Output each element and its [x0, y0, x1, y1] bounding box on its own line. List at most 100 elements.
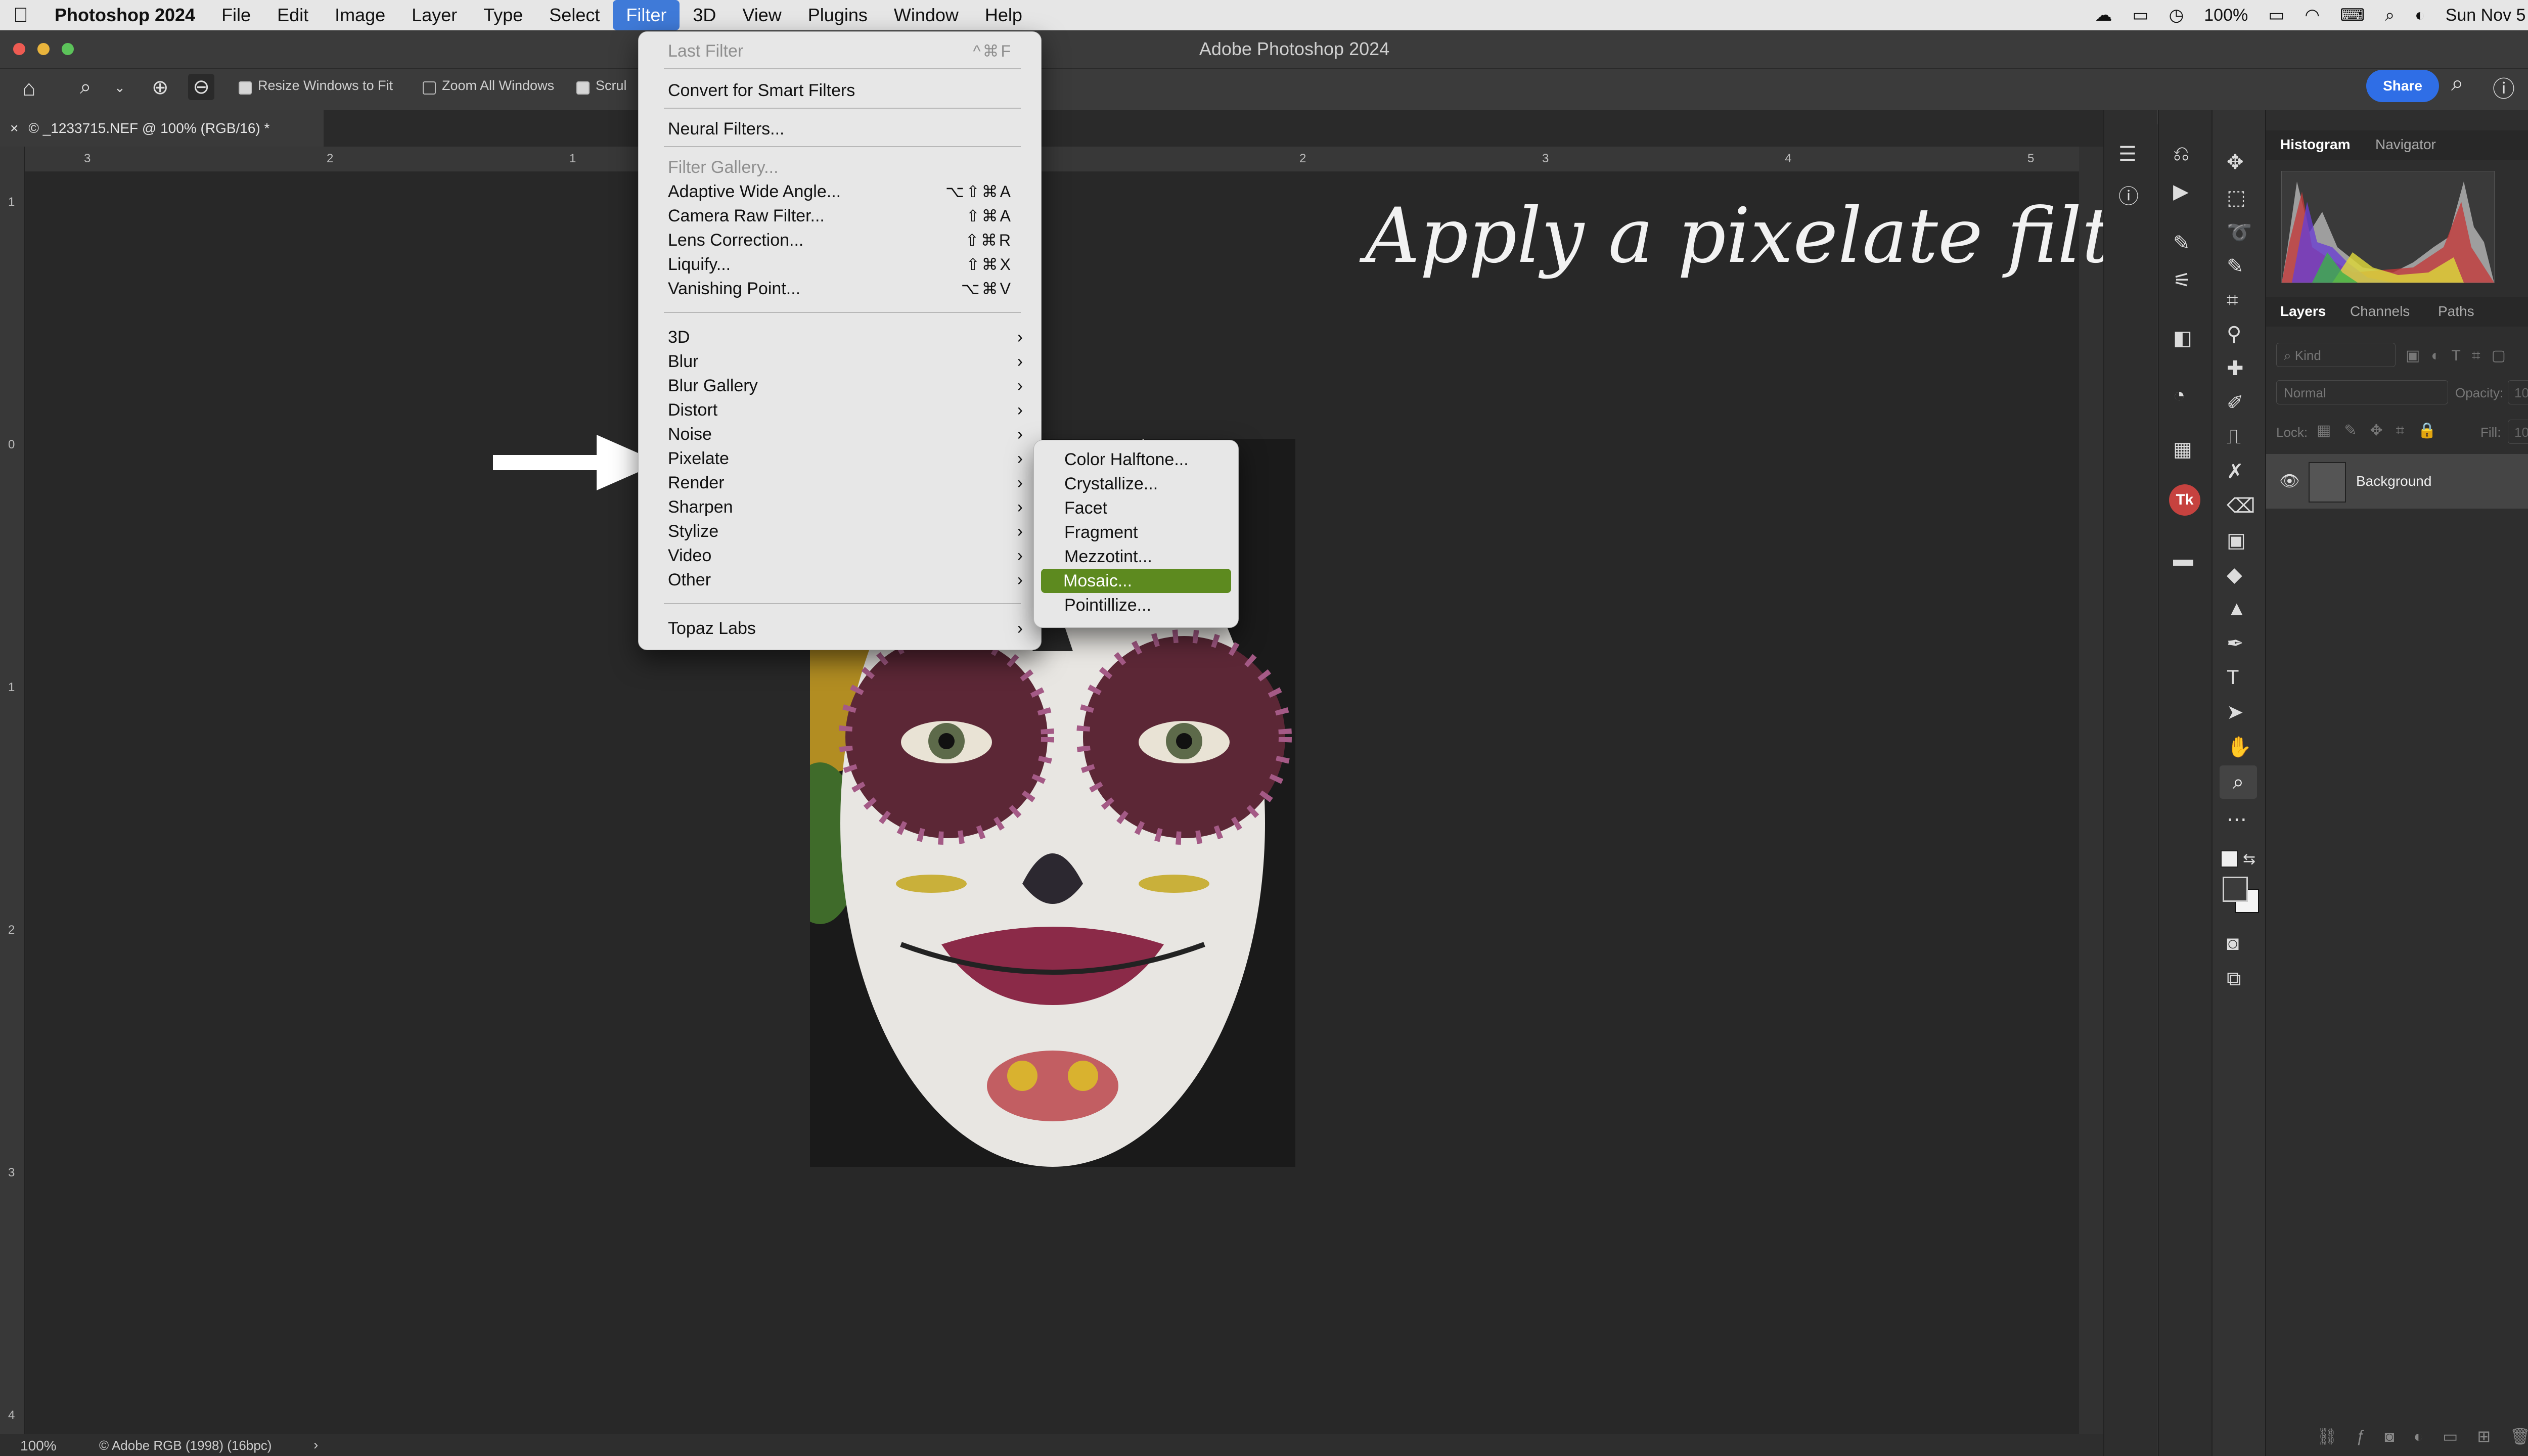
menu-item-sharpen[interactable]: Sharpen ›: [639, 495, 1041, 519]
actions-play-icon[interactable]: ▶: [2173, 180, 2197, 204]
menu-filter[interactable]: Filter: [613, 0, 680, 30]
menu-item-pixelate[interactable]: Pixelate ›: [639, 446, 1041, 471]
link-layers-icon[interactable]: ⛓: [2317, 1427, 2357, 1445]
lasso-tool-icon[interactable]: ➰: [2227, 220, 2252, 245]
menu-item-blur[interactable]: Blur ›: [639, 349, 1041, 374]
menu-plugins[interactable]: Plugins: [795, 0, 881, 30]
control-center-icon[interactable]: ◐: [2415, 6, 2425, 25]
gradient-tool-icon[interactable]: ▣: [2227, 529, 2251, 553]
healing-brush-tool-icon[interactable]: ✚: [2227, 357, 2251, 381]
blur-tool-icon[interactable]: ◆: [2227, 563, 2251, 587]
menu-item-distort[interactable]: Distort ›: [639, 398, 1041, 422]
layer-row-background[interactable]: 👁 Background 🔒: [2266, 454, 2528, 509]
close-tab-icon[interactable]: ×: [10, 120, 18, 136]
brush-tool-icon[interactable]: ✐: [2227, 391, 2251, 416]
resize-windows-check[interactable]: [239, 81, 252, 95]
eraser-tool-icon[interactable]: ⌫: [2227, 494, 2255, 519]
menu-app-name[interactable]: Photoshop 2024: [41, 0, 208, 30]
apple-icon[interactable]: : [0, 0, 41, 30]
new-group-icon[interactable]: ▭: [2443, 1427, 2477, 1445]
fill-input[interactable]: 100%: [2508, 420, 2528, 444]
menu-item-neural-filters[interactable]: Neural Filters...: [639, 117, 1041, 141]
menu-item-adaptive-wide-angle[interactable]: Adaptive Wide Angle... ⌥⇧⌘A: [639, 179, 1041, 204]
menu-item-convert-smart-filters[interactable]: Convert for Smart Filters: [639, 78, 1041, 103]
vertical-ruler[interactable]: 1 0 1 2 3 4: [0, 147, 25, 1436]
battery-icon[interactable]: ▭: [2268, 5, 2284, 25]
submenu-item-fragment[interactable]: Fragment: [1034, 520, 1238, 544]
menu-item-3d[interactable]: 3D ›: [639, 325, 1041, 349]
menu-item-camera-raw-filter[interactable]: Camera Raw Filter... ⇧⌘A: [639, 204, 1041, 228]
menu-item-liquify[interactable]: Liquify... ⇧⌘X: [639, 252, 1041, 277]
submenu-item-facet[interactable]: Facet: [1034, 496, 1238, 520]
menubar-clock[interactable]: Sun Nov 5 21:08: [2446, 6, 2528, 25]
search-icon[interactable]: ⌕: [2451, 71, 2464, 96]
path-selection-tool-icon[interactable]: ➤: [2227, 701, 2251, 725]
menu-item-blur-gallery[interactable]: Blur Gallery ›: [639, 374, 1041, 398]
menu-select[interactable]: Select: [536, 0, 613, 30]
share-button[interactable]: Share: [2366, 70, 2439, 102]
pen-tool-icon[interactable]: ✒: [2227, 632, 2251, 656]
menu-item-noise[interactable]: Noise ›: [639, 422, 1041, 446]
delete-layer-icon[interactable]: 🗑: [2510, 1427, 2528, 1445]
zoom-tool-icon[interactable]: ⌕: [80, 76, 91, 99]
menu-item-stylize[interactable]: Stylize ›: [639, 519, 1041, 543]
quick-select-tool-icon[interactable]: ✎: [2227, 255, 2251, 279]
swatches-grid-icon[interactable]: ▦: [2173, 438, 2197, 462]
menu-item-lens-correction[interactable]: Lens Correction... ⇧⌘R: [639, 228, 1041, 252]
marquee-tool-icon[interactable]: ⬚: [2227, 186, 2251, 210]
submenu-item-crystallize[interactable]: Crystallize...: [1034, 472, 1238, 496]
quick-mask-icon[interactable]: ◙: [2227, 932, 2251, 957]
menu-view[interactable]: View: [729, 0, 794, 30]
dodge-tool-icon[interactable]: ▲: [2227, 598, 2251, 622]
horizontal-ruler[interactable]: 3 2 1 2 3 4 5: [24, 147, 2079, 171]
history-brush-tool-icon[interactable]: ✗: [2227, 460, 2251, 484]
menu-image[interactable]: Image: [322, 0, 398, 30]
menu-file[interactable]: File: [208, 0, 264, 30]
submenu-item-mosaic[interactable]: Mosaic...: [1041, 569, 1231, 593]
foreground-color-swatch[interactable]: [2223, 877, 2248, 902]
properties-icon[interactable]: ☰: [2118, 143, 2143, 167]
time-machine-icon[interactable]: ◷: [2169, 5, 2184, 25]
zoom-level[interactable]: 100%: [20, 1438, 57, 1454]
submenu-item-pointillize[interactable]: Pointillize...: [1034, 593, 1238, 617]
display-icon[interactable]: ▭: [2132, 5, 2148, 25]
lock-option-icons[interactable]: ▦✎✥⌗🔒: [2317, 422, 2450, 439]
styles-icon[interactable]: ◔: [2173, 384, 2197, 408]
history-icon[interactable]: ⎌: [2173, 143, 2197, 167]
zoom-tool-active-icon[interactable]: ⌕: [2220, 765, 2257, 799]
adjustments-icon[interactable]: ⚟: [2173, 269, 2197, 293]
libraries-icon[interactable]: ◧: [2173, 327, 2197, 351]
type-tool-icon[interactable]: T: [2227, 666, 2251, 691]
add-mask-icon[interactable]: ◙: [2384, 1427, 2413, 1445]
tab-histogram[interactable]: Histogram: [2280, 136, 2350, 153]
spotlight-search-icon[interactable]: ⌕: [2385, 6, 2395, 25]
submenu-item-mezzotint[interactable]: Mezzotint...: [1034, 544, 1238, 569]
status-chevron-icon[interactable]: ›: [313, 1437, 318, 1453]
menu-item-topaz-labs[interactable]: Topaz Labs ›: [639, 616, 1041, 641]
layer-kind-filter[interactable]: ⌕ Kind: [2276, 343, 2396, 367]
menu-type[interactable]: Type: [470, 0, 536, 30]
blend-mode-select[interactable]: Normal: [2276, 380, 2448, 404]
creative-cloud-icon[interactable]: ☁: [2095, 5, 2112, 25]
submenu-item-color-halftone[interactable]: Color Halftone...: [1034, 447, 1238, 472]
crop-tool-icon[interactable]: ⌗: [2227, 289, 2251, 313]
screen-mode-icon[interactable]: ⧉: [2227, 968, 2251, 992]
eyedropper-tool-icon[interactable]: ⚲: [2227, 323, 2251, 347]
move-tool-icon[interactable]: ✥: [2227, 151, 2251, 175]
clone-stamp-tool-icon[interactable]: ⎍: [2227, 426, 2251, 450]
wifi-icon[interactable]: ◠: [2305, 5, 2320, 25]
tab-layers[interactable]: Layers: [2280, 303, 2326, 320]
menu-item-render[interactable]: Render ›: [639, 471, 1041, 495]
menu-window[interactable]: Window: [881, 0, 972, 30]
menu-layer[interactable]: Layer: [398, 0, 470, 30]
zoom-in-icon[interactable]: ⊕: [152, 76, 169, 99]
home-icon[interactable]: ⌂: [22, 76, 36, 101]
tab-paths[interactable]: Paths: [2438, 303, 2474, 320]
document-tab[interactable]: × © _1233715.NEF @ 100% (RGB/16) *: [0, 110, 324, 147]
zoom-all-check[interactable]: [423, 81, 436, 95]
brush-settings-icon[interactable]: ✎: [2173, 232, 2197, 256]
swap-colors-icon[interactable]: ⇆: [2243, 850, 2255, 868]
zoom-all-checkbox[interactable]: Zoom All Windows: [423, 78, 554, 95]
menu-edit[interactable]: Edit: [264, 0, 322, 30]
info-icon[interactable]: ⓘ: [2118, 180, 2143, 208]
